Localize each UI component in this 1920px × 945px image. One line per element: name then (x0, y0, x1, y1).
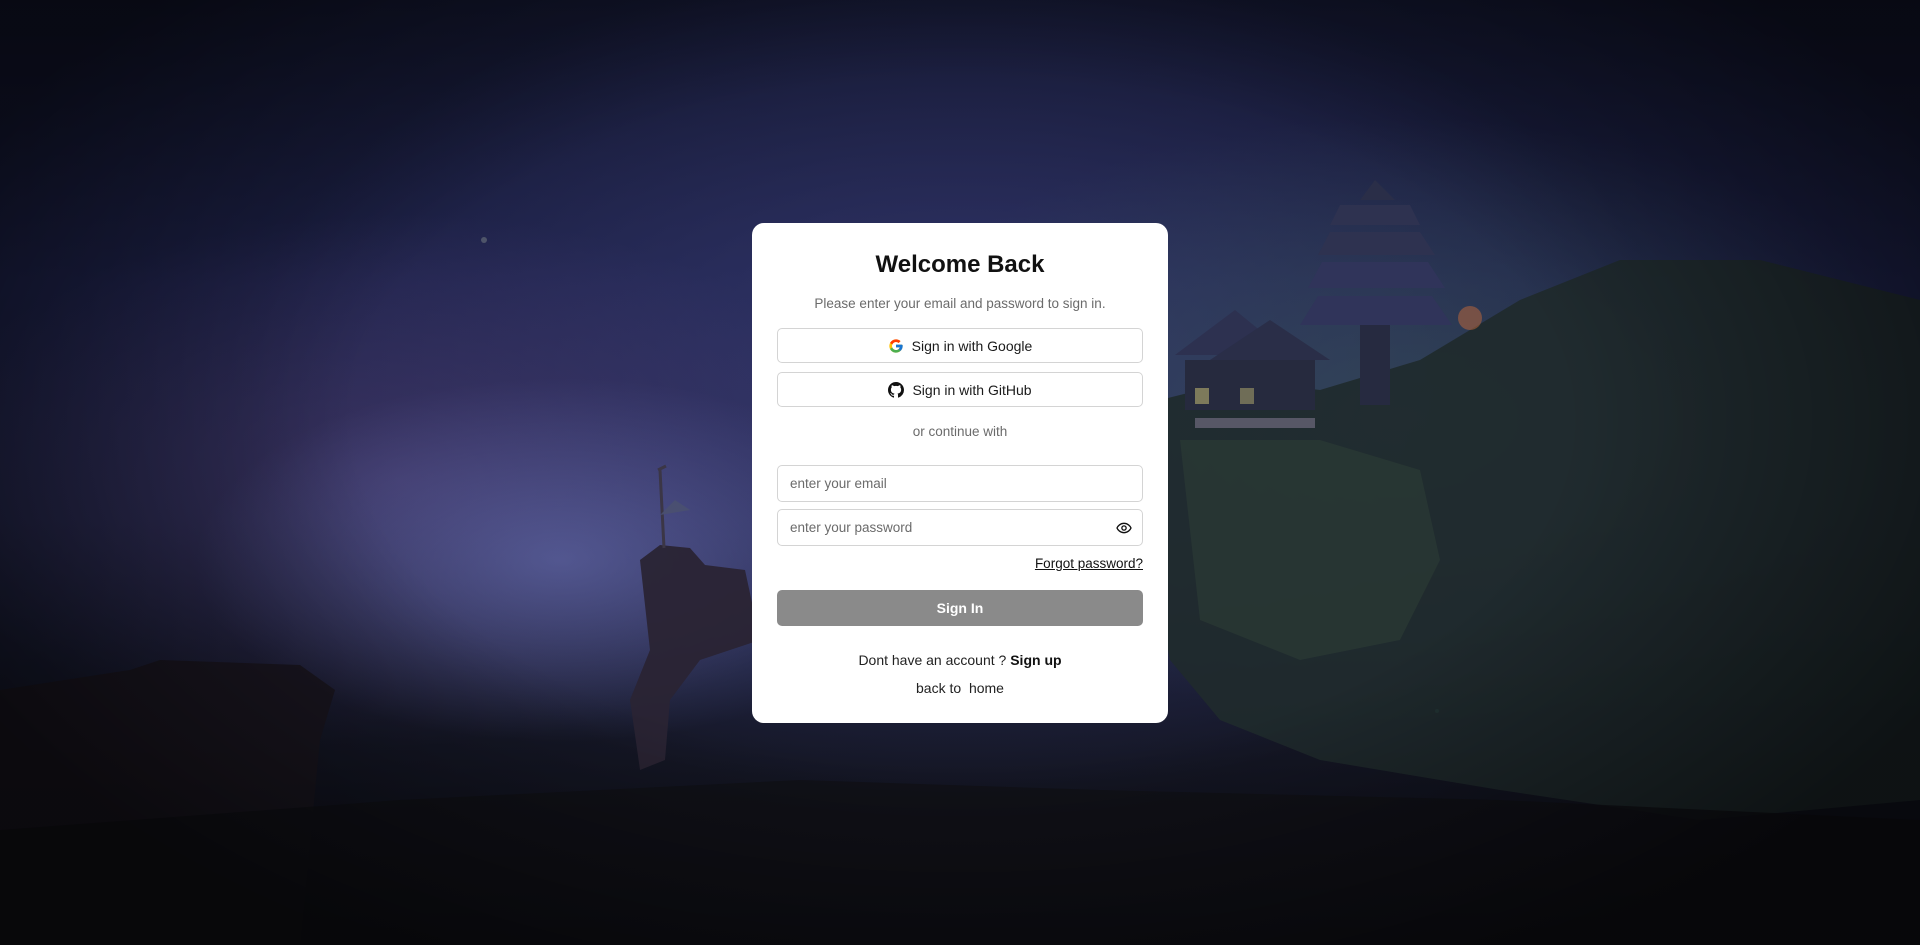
github-button-label: Sign in with GitHub (912, 381, 1032, 398)
back-to-text: back to (916, 680, 962, 696)
email-input[interactable] (778, 466, 1122, 501)
eye-icon[interactable] (1116, 520, 1132, 536)
page-title: Welcome Back (875, 251, 1045, 278)
github-sign-in-button[interactable]: Sign in with GitHub (777, 372, 1143, 407)
google-sign-in-button[interactable]: Sign in with Google (777, 328, 1143, 363)
email-field[interactable] (777, 465, 1143, 502)
google-button-label: Sign in with Google (911, 337, 1033, 354)
password-input[interactable] (778, 510, 1122, 545)
google-icon (889, 338, 903, 353)
back-to-home: back to home (752, 680, 1168, 696)
sign-in-card: Welcome Back Please enter your email and… (752, 223, 1168, 723)
forgot-password-link[interactable]: Forgot password? (1035, 556, 1143, 571)
continue-divider: or continue with (912, 424, 1008, 439)
github-icon (888, 381, 905, 398)
sign-in-button[interactable]: Sign In (777, 590, 1143, 626)
sign-in-subtitle: Please enter your email and password to … (814, 296, 1106, 311)
signup-prompt-text: Dont have an account ? (858, 652, 1007, 668)
password-field[interactable] (777, 509, 1143, 546)
signup-prompt: Dont have an account ? Sign up (752, 652, 1168, 668)
home-link[interactable]: home (969, 680, 1004, 696)
sign-up-link[interactable]: Sign up (1010, 652, 1061, 668)
